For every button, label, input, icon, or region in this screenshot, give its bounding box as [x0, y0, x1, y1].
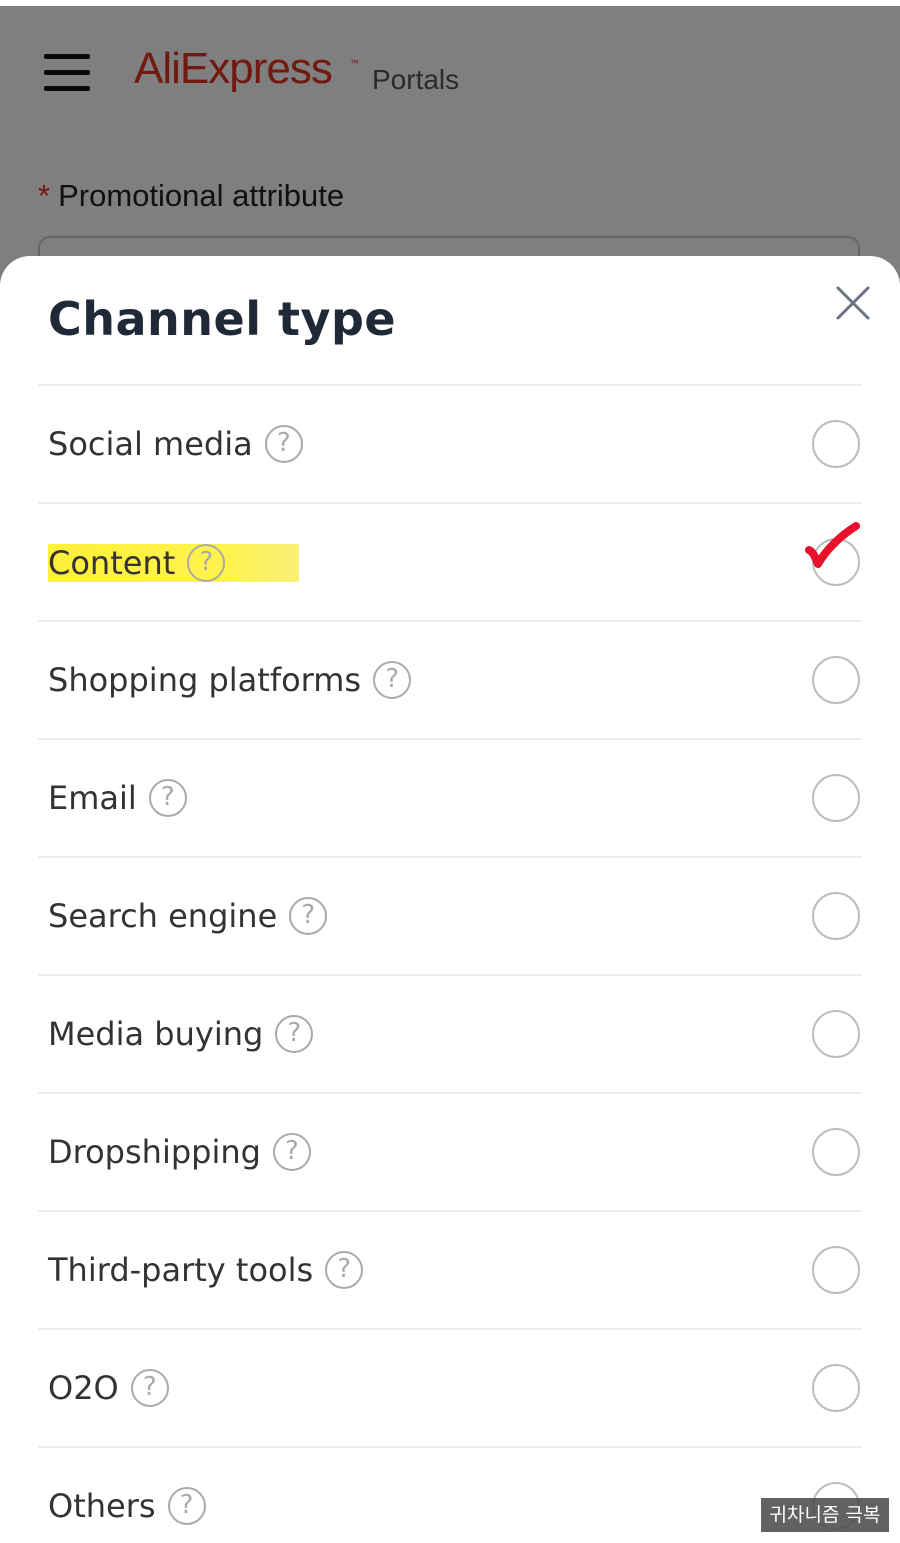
option-label: O2O	[48, 1369, 119, 1407]
radio-button[interactable]	[812, 1246, 860, 1294]
red-checkmark-icon	[804, 522, 860, 572]
option-dropshipping[interactable]: Dropshipping ?	[38, 1092, 862, 1210]
channel-options-list: Social media ? Content ? Shopping platfo…	[38, 384, 862, 1543]
option-label-wrap-highlighted: Content ?	[48, 544, 300, 582]
sheet-title: Channel type	[48, 292, 397, 346]
option-content[interactable]: Content ?	[38, 502, 862, 620]
help-icon[interactable]: ?	[289, 897, 328, 935]
option-label-wrap: Third-party tools ?	[48, 1246, 364, 1294]
help-icon[interactable]: ?	[325, 1251, 364, 1289]
option-label-wrap: Search engine ?	[48, 892, 328, 940]
option-label: Others	[48, 1487, 156, 1525]
help-icon[interactable]: ?	[272, 1133, 311, 1171]
option-label-wrap: Dropshipping ?	[48, 1128, 311, 1176]
option-media-buying[interactable]: Media buying ?	[38, 974, 862, 1092]
option-third-party-tools[interactable]: Third-party tools ?	[38, 1210, 862, 1328]
help-icon[interactable]: ?	[148, 779, 187, 817]
option-o2o[interactable]: O2O ?	[38, 1328, 862, 1446]
radio-button[interactable]	[812, 1128, 860, 1176]
option-label-wrap: Shopping platforms ?	[48, 656, 412, 704]
option-email[interactable]: Email ?	[38, 738, 862, 856]
help-icon[interactable]: ?	[167, 1487, 206, 1525]
radio-button[interactable]	[812, 774, 860, 822]
radio-button[interactable]	[812, 892, 860, 940]
option-label: Email	[48, 779, 137, 817]
option-label: Social media	[48, 425, 253, 463]
close-icon[interactable]	[830, 280, 876, 326]
option-others[interactable]: Others ?	[38, 1446, 862, 1543]
option-label: Content	[48, 544, 176, 582]
option-label: Shopping platforms	[48, 661, 362, 699]
option-label-wrap: Media buying ?	[48, 1010, 314, 1058]
help-icon[interactable]: ?	[187, 544, 226, 582]
option-label-wrap: Email ?	[48, 774, 187, 822]
radio-button[interactable]	[812, 1010, 860, 1058]
radio-button[interactable]	[812, 420, 860, 468]
page: AliExpress ™ Portals *Promotional attrib…	[0, 0, 900, 1543]
option-label-wrap: O2O ?	[48, 1364, 169, 1412]
help-icon[interactable]: ?	[264, 425, 303, 463]
option-label: Dropshipping	[48, 1133, 261, 1171]
option-label: Third-party tools	[48, 1251, 314, 1289]
radio-button[interactable]	[812, 1364, 860, 1412]
option-label-wrap: Others ?	[48, 1482, 206, 1530]
option-search-engine[interactable]: Search engine ?	[38, 856, 862, 974]
radio-button[interactable]	[812, 656, 860, 704]
help-icon[interactable]: ?	[373, 661, 412, 699]
help-icon[interactable]: ?	[130, 1369, 169, 1407]
help-icon[interactable]: ?	[275, 1015, 314, 1053]
option-label-wrap: Social media ?	[48, 420, 303, 468]
top-edge	[0, 0, 900, 6]
option-shopping-platforms[interactable]: Shopping platforms ?	[38, 620, 862, 738]
option-social-media[interactable]: Social media ?	[38, 384, 862, 502]
watermark: 귀차니즘 극복	[761, 1498, 889, 1532]
channel-type-sheet: Channel type Social media ? Content ? Sh…	[0, 256, 900, 1543]
option-label: Media buying	[48, 1015, 264, 1053]
option-label: Search engine	[48, 897, 278, 935]
